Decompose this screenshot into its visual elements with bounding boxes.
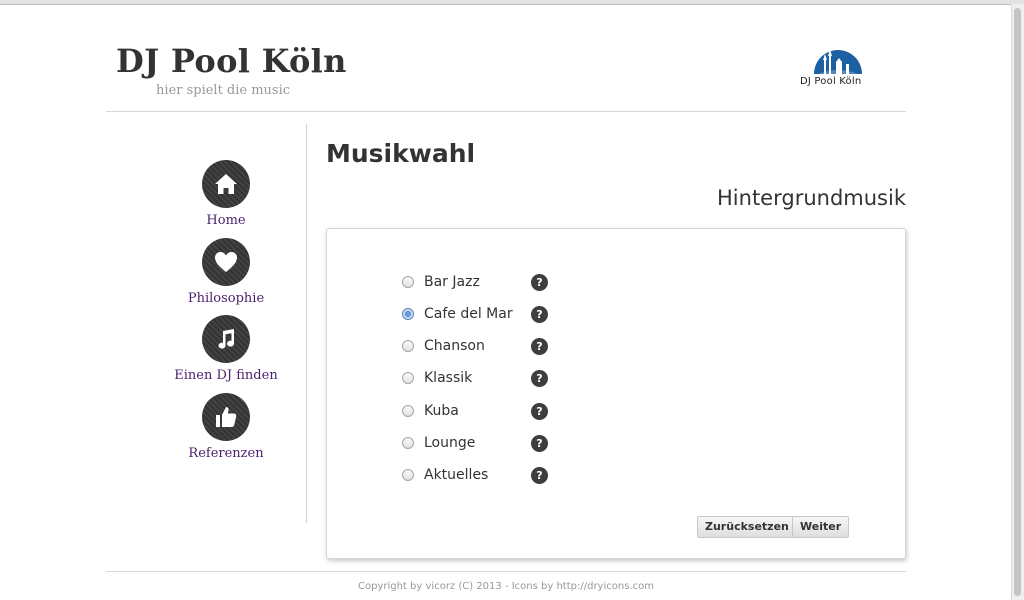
music-note-icon[interactable] xyxy=(202,315,250,363)
radio-chanson[interactable] xyxy=(402,340,414,352)
help-icon[interactable]: ? xyxy=(531,467,548,484)
vertical-scrollbar[interactable] xyxy=(1011,4,1024,600)
section-title: Hintergrundmusik xyxy=(717,186,906,210)
nav-item-home[interactable]: Home xyxy=(170,160,282,228)
option-chanson[interactable]: Chanson ? xyxy=(402,336,602,358)
nav-item-einen-dj-finden[interactable]: Einen DJ finden xyxy=(170,315,282,383)
help-icon[interactable]: ? xyxy=(531,274,548,291)
page-title: Musikwahl xyxy=(326,139,476,168)
nav-label-home[interactable]: Home xyxy=(170,213,282,228)
music-selection-panel: Bar Jazz ? Cafe del Mar ? Chanson ? Klas… xyxy=(326,228,906,559)
sidebar-divider xyxy=(306,124,307,523)
browser-top-border xyxy=(0,0,1024,5)
option-lounge[interactable]: Lounge ? xyxy=(402,433,602,455)
option-label[interactable]: Lounge xyxy=(424,433,475,453)
nav-label-einen-dj-finden[interactable]: Einen DJ finden xyxy=(170,368,282,383)
logo-dome-icon xyxy=(814,49,862,74)
help-icon[interactable]: ? xyxy=(531,435,548,452)
reset-button[interactable]: Zurücksetzen xyxy=(697,516,797,538)
nav-label-philosophie[interactable]: Philosophie xyxy=(170,291,282,306)
nav-label-referenzen[interactable]: Referenzen xyxy=(170,446,282,461)
next-button[interactable]: Weiter xyxy=(792,516,850,538)
option-label[interactable]: Cafe del Mar xyxy=(424,304,513,324)
option-label[interactable]: Chanson xyxy=(424,336,485,356)
help-icon[interactable]: ? xyxy=(531,403,548,420)
option-label[interactable]: Kuba xyxy=(424,401,459,421)
option-label[interactable]: Klassik xyxy=(424,368,472,388)
option-label[interactable]: Bar Jazz xyxy=(424,272,480,292)
site-title: DJ Pool Köln xyxy=(116,42,347,80)
thumbs-up-icon[interactable] xyxy=(202,393,250,441)
radio-aktuelles[interactable] xyxy=(402,469,414,481)
footer-divider xyxy=(106,571,906,572)
home-icon[interactable] xyxy=(202,160,250,208)
heart-icon[interactable] xyxy=(202,238,250,286)
site-logo: DJ Pool Köln xyxy=(798,44,878,90)
radio-kuba[interactable] xyxy=(402,405,414,417)
radio-cafe-del-mar[interactable] xyxy=(402,308,414,320)
option-bar-jazz[interactable]: Bar Jazz ? xyxy=(402,272,602,294)
footer-copyright: Copyright by vicorz (C) 2013 - Icons by … xyxy=(358,581,654,592)
option-cafe-del-mar[interactable]: Cafe del Mar ? xyxy=(402,304,602,326)
option-kuba[interactable]: Kuba ? xyxy=(402,401,602,423)
logo-text: DJ Pool Köln xyxy=(800,76,862,87)
option-klassik[interactable]: Klassik ? xyxy=(402,368,602,390)
help-icon[interactable]: ? xyxy=(531,338,548,355)
scrollbar-thumb[interactable] xyxy=(1014,8,1021,596)
nav-item-philosophie[interactable]: Philosophie xyxy=(170,238,282,306)
help-icon[interactable]: ? xyxy=(531,306,548,323)
radio-bar-jazz[interactable] xyxy=(402,276,414,288)
nav-item-referenzen[interactable]: Referenzen xyxy=(170,393,282,461)
header-divider xyxy=(106,111,906,112)
radio-lounge[interactable] xyxy=(402,437,414,449)
option-aktuelles[interactable]: Aktuelles ? xyxy=(402,465,602,487)
site-tagline: hier spielt die music xyxy=(156,83,291,98)
option-label[interactable]: Aktuelles xyxy=(424,465,488,485)
help-icon[interactable]: ? xyxy=(531,370,548,387)
radio-klassik[interactable] xyxy=(402,372,414,384)
